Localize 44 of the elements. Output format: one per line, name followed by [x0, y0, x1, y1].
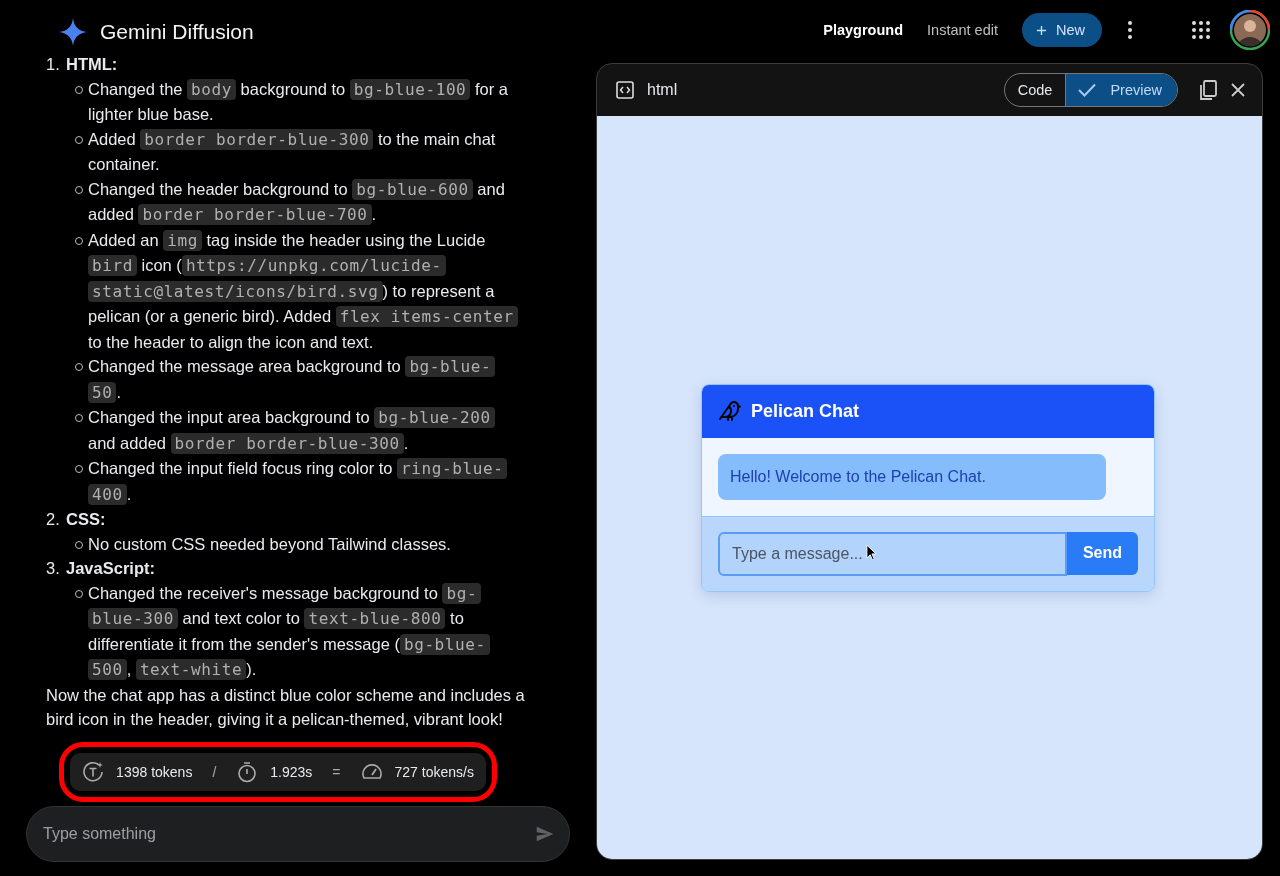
message-bubble: Hello! Welcome to the Pelican Chat.: [718, 453, 1106, 500]
sparkle-logo-icon: [58, 17, 88, 47]
list-item-text: Changed the receiver's message background to bg-blue-300 and text color to text-blue-800 to differentiate it from the sender's message ( bg-blue-500 , text-white ).: [88, 580, 520, 683]
app-title: Gemini Diffusion: [100, 20, 254, 44]
mouse-cursor-icon: [866, 543, 877, 561]
copy-icon[interactable]: [1198, 79, 1218, 101]
apps-grid-icon[interactable]: [1192, 21, 1210, 39]
equals-sign: =: [332, 764, 341, 780]
plus-icon: [1036, 24, 1047, 36]
more-options-icon[interactable]: [1128, 21, 1132, 39]
token-icon: [82, 761, 105, 783]
list-number: 2.: [46, 509, 60, 530]
check-icon: [1078, 83, 1097, 97]
token-rate: 727 tokens/s: [394, 764, 474, 780]
nav-link[interactable]: Playground: [823, 22, 904, 38]
stopwatch-icon: [236, 761, 259, 783]
new-button[interactable]: New: [1022, 13, 1102, 47]
token-count: 1398 tokens: [116, 764, 193, 780]
nav-link[interactable]: Instant edit: [927, 22, 998, 38]
section-heading: JavaScript:: [66, 558, 155, 579]
message-field[interactable]: Type a message...: [718, 531, 1067, 576]
section-heading: HTML:: [66, 54, 118, 75]
bird-icon: [718, 399, 742, 423]
elapsed-time: 1.923s: [270, 764, 313, 780]
list-item-text: Added an img tag inside the header using the Lucide bird icon ( https://unpkg.com/lucide-static@latest/icons/bird.svg ) to represent a pelican (or a generic bird). Added flex items-center to the header to align the icon and text.: [88, 227, 520, 354]
avatar[interactable]: [1230, 10, 1270, 50]
panel-title: html: [647, 81, 679, 99]
list-item-text: Changed the body background to bg-blue-100 for a lighter blue base.: [88, 77, 509, 125]
prompt-field[interactable]: Type something: [26, 806, 570, 862]
view-tab[interactable]: Preview: [1065, 74, 1177, 106]
list-item-text: No custom CSS needed beyond Tailwind classes.: [88, 533, 452, 555]
view-tab[interactable]: Code: [1004, 74, 1066, 106]
divide-sign: /: [212, 764, 217, 780]
list-item-text: Changed the input area background to bg-blue-200 and added border border-blue-300 .: [88, 405, 520, 456]
section-heading: CSS:: [66, 509, 106, 530]
response-text: Now the chat app has a distinct blue color scheme and includes a bird icon in the header, giving it a pelican-themed, vibrant look!: [46, 684, 526, 730]
list-item-text: Changed the header background to bg-blue-600 and added border border-blue-700 .: [88, 177, 506, 227]
list-item-text: Added border border-blue-300 to the main chat container.: [88, 127, 497, 175]
list-number: 1.: [46, 54, 60, 75]
code-icon: [615, 80, 635, 100]
chat-title: Pelican Chat: [751, 400, 860, 422]
send-button[interactable]: Send: [1066, 531, 1138, 575]
close-icon[interactable]: [1230, 82, 1246, 98]
list-number: 3.: [46, 558, 60, 579]
